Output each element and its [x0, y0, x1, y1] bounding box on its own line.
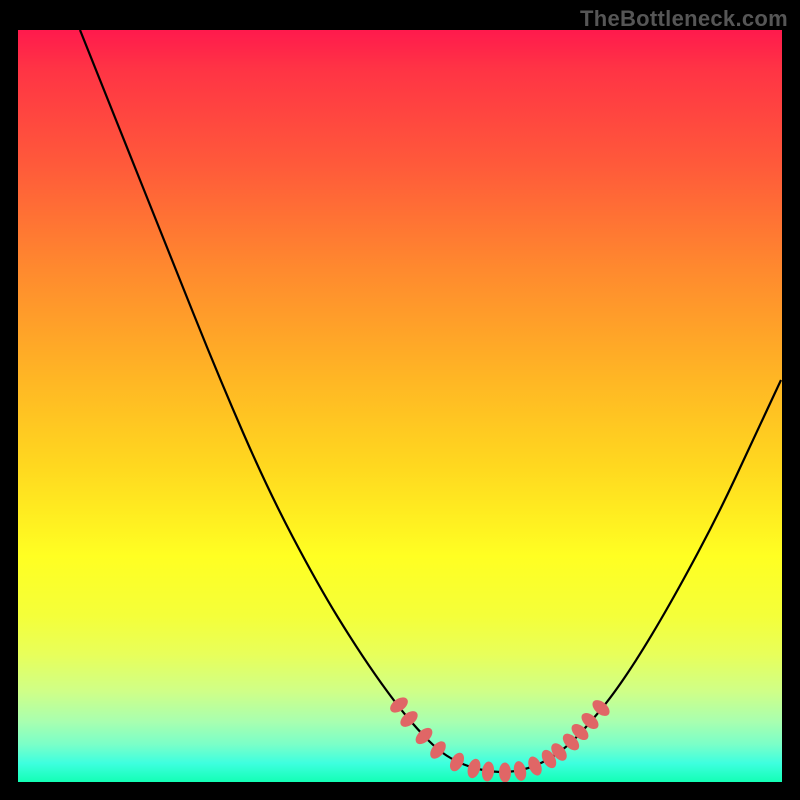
highlight-dots-group [387, 694, 612, 782]
chart-frame: TheBottleneck.com [0, 0, 800, 800]
highlight-dot [465, 757, 482, 780]
highlight-dot [499, 762, 511, 782]
bottleneck-curve-path [80, 30, 781, 772]
highlight-dot [397, 708, 420, 730]
highlight-dot [447, 750, 467, 773]
highlight-dot [481, 761, 495, 782]
highlight-dot [526, 754, 545, 777]
watermark-text: TheBottleneck.com [580, 6, 788, 32]
chart-svg [18, 30, 782, 782]
highlight-dot [512, 760, 528, 782]
